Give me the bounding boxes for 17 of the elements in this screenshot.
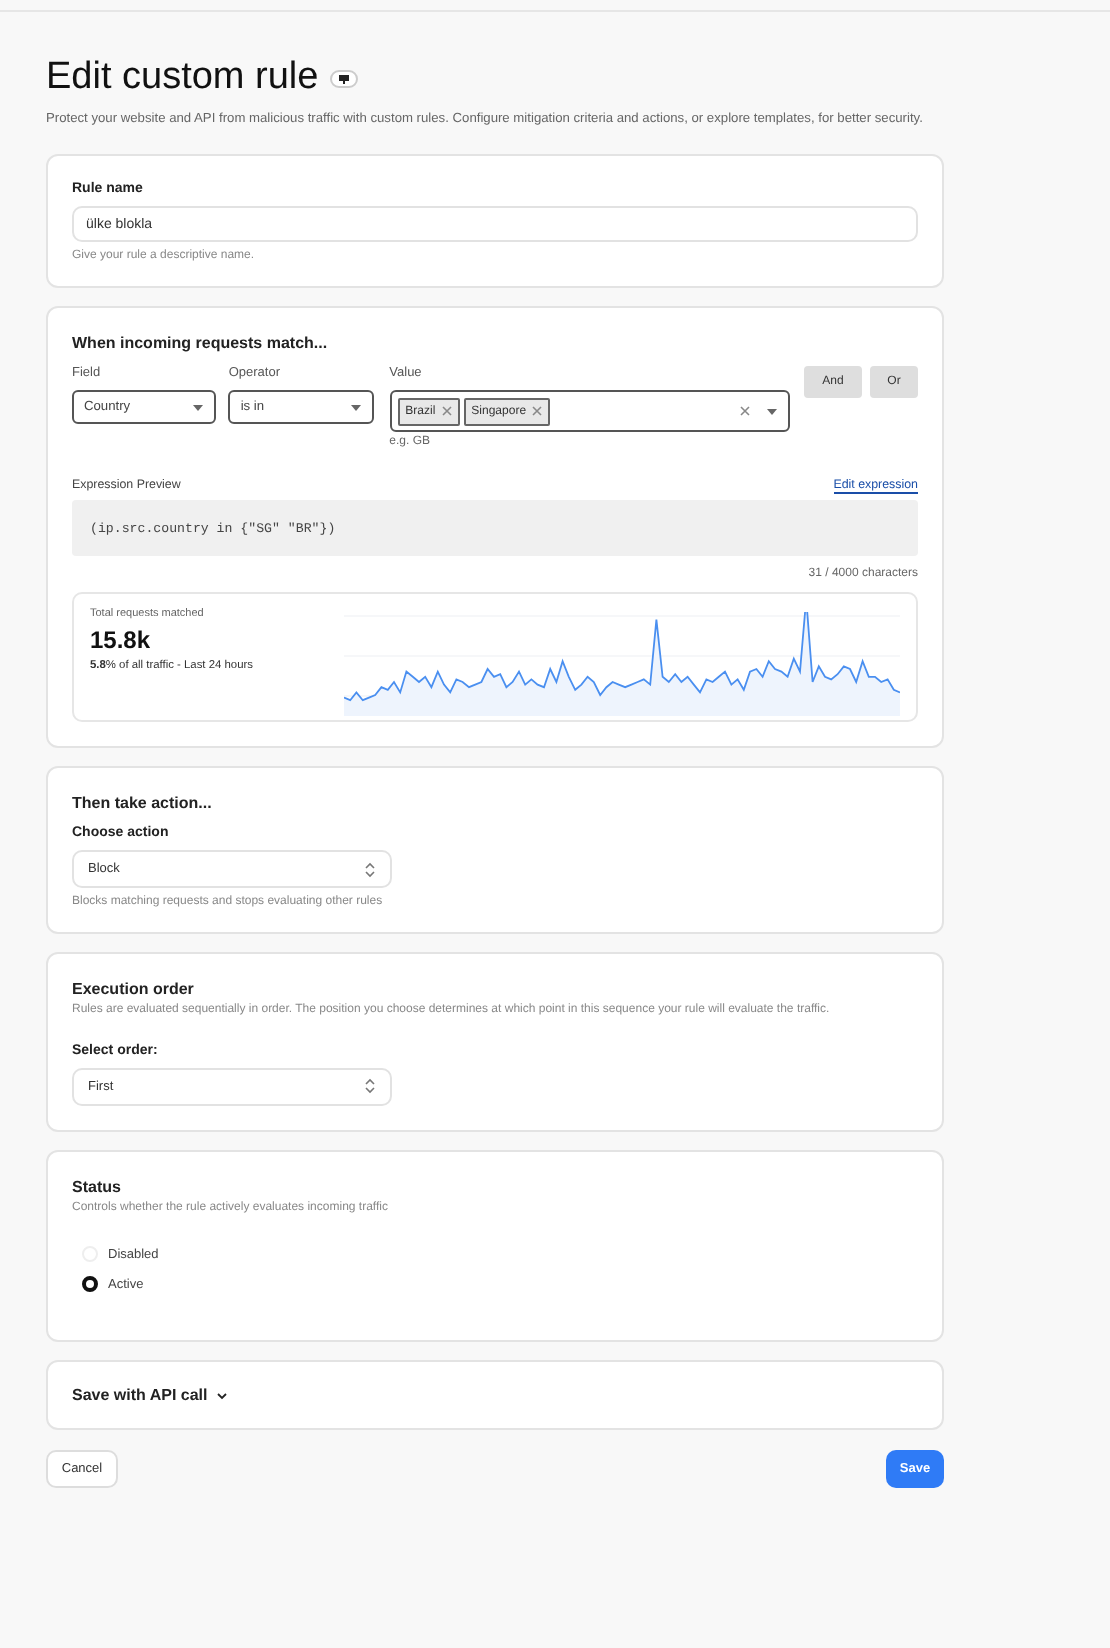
- caret-down-icon: [766, 407, 779, 415]
- api-toggle[interactable]: Save with API call: [72, 1386, 918, 1404]
- caret-down-icon: [349, 403, 362, 411]
- page-title: Edit custom rule: [46, 56, 319, 100]
- chevron-up-down-icon: [364, 861, 376, 877]
- chevron-down-icon: [215, 1391, 228, 1399]
- section-heading: Status: [72, 1177, 123, 1195]
- close-icon: [532, 406, 543, 416]
- radio-button[interactable]: [82, 1276, 98, 1292]
- stat-value: 15.8k: [90, 626, 153, 654]
- close-icon: [441, 406, 452, 416]
- section-heading: Execution order: [72, 980, 196, 998]
- close-icon: [740, 406, 751, 416]
- section-heading: When incoming requests match...: [72, 334, 330, 352]
- chevron-up-down-icon: [364, 1078, 376, 1094]
- section-heading: Then take action...: [72, 794, 214, 812]
- caret-down-icon: [192, 403, 205, 411]
